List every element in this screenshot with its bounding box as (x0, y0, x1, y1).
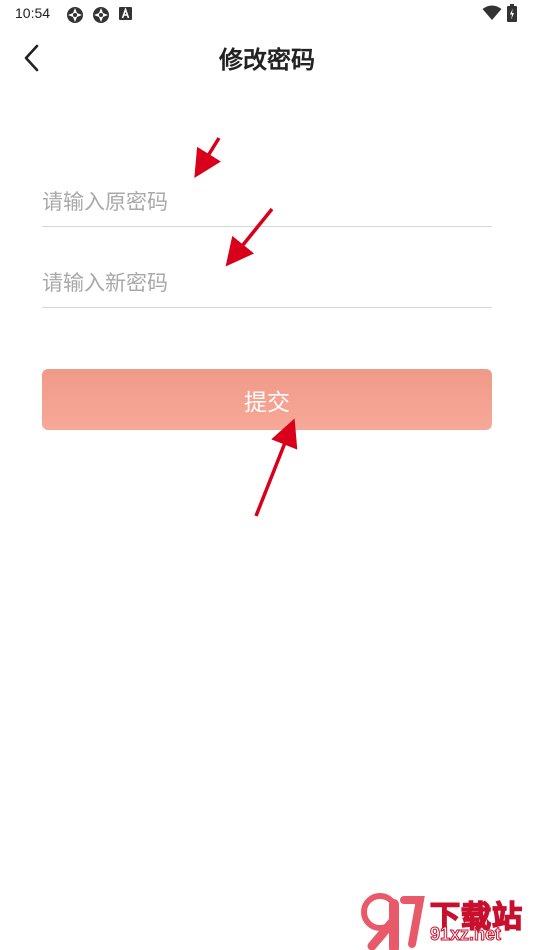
status-time: 10:54 (15, 5, 51, 21)
battery-icon (507, 4, 519, 22)
gear-icon (66, 6, 83, 23)
old-password-input[interactable] (42, 180, 492, 224)
new-password-field-wrap (42, 261, 492, 308)
old-password-field-wrap (42, 180, 492, 227)
annotation-arrows (194, 137, 298, 517)
wifi-icon (482, 5, 502, 21)
a-icon (118, 6, 134, 22)
watermark-url-text: 91xz.net (429, 924, 502, 945)
new-password-input[interactable] (42, 261, 492, 305)
submit-button[interactable]: 提交 (42, 369, 492, 430)
watermark: 下载站 91xz.net (360, 890, 534, 950)
gear-icon (92, 6, 109, 23)
arrow-icon (254, 418, 298, 517)
arrow-icon (194, 137, 221, 178)
status-bar: 10:54 (0, 0, 534, 28)
page-title: 修改密码 (219, 46, 315, 74)
